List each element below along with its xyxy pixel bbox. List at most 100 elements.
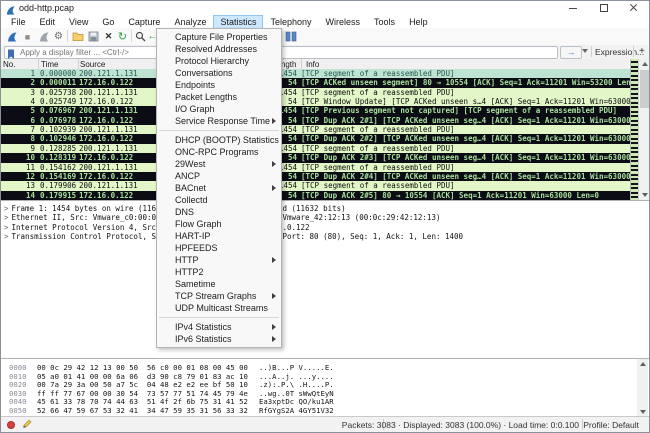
hex-pane-scrollbar[interactable] [637, 359, 648, 417]
menu-item-onc-rpc-programs[interactable]: ONC-RPC Programs [157, 146, 281, 158]
packet-row-4[interactable]: 4 0.025749 172.16.0.122 54 [TCP Window Updat… [1, 97, 630, 107]
detail-line[interactable]: >Transmission Control Protocol, Src Port… [4, 232, 637, 241]
menu-item-service-response-time[interactable]: Service Response Time [157, 115, 281, 127]
packet-row-8[interactable]: 8 0.102946 172.16.0.122 54 [TCP Dup ACK 2#2]… [1, 134, 630, 144]
menu-item-resolved-addresses[interactable]: Resolved Addresses [157, 43, 281, 55]
hex-bytes[interactable]: 52 66 47 59 67 53 32 41 34 47 59 35 31 5… [37, 406, 248, 416]
status-bar: Packets: 3083 · Displayed: 3083 (100.0%)… [1, 416, 649, 432]
close-file-icon[interactable]: ✕ [102, 30, 115, 43]
stop-capture-icon[interactable]: ■ [21, 30, 34, 43]
menu-item-dns[interactable]: DNS [157, 206, 281, 218]
profile-status[interactable]: Profile: Default [583, 420, 639, 430]
cell-time: 0.154162 [40, 162, 77, 172]
reload-file-icon[interactable]: ↻ [116, 30, 129, 43]
save-file-icon[interactable] [87, 30, 100, 43]
packet-row-1[interactable]: 1 0.000000 200.121.1.131 1454 [TCP segment o… [1, 69, 630, 79]
menu-view[interactable]: View [62, 15, 95, 29]
packet-row-11[interactable]: 11 0.154162 200.121.1.131 1454 [TCP segment … [1, 162, 630, 172]
menu-item-endpoints[interactable]: Endpoints [157, 79, 281, 91]
column-header-time[interactable]: Time [41, 60, 58, 69]
cell-no: 4 [30, 97, 35, 107]
packet-row-13[interactable]: 13 0.179906 200.121.1.131 1454 [TCP segment … [1, 181, 630, 191]
cell-src: 200.121.1.131 [79, 106, 138, 116]
menu-item-hart-ip[interactable]: HART-IP [157, 230, 281, 242]
menu-item-bacnet[interactable]: BACnet [157, 182, 281, 194]
packet-row-12[interactable]: 12 0.154169 172.16.0.122 54 [TCP Dup ACK 2#4… [1, 171, 630, 182]
menu-wireless[interactable]: Wireless [319, 15, 368, 29]
minimize-button[interactable] [559, 1, 589, 15]
divider [633, 46, 634, 57]
menu-item-udp-multicast-streams[interactable]: UDP Multicast Streams [157, 302, 281, 314]
expand-arrow-icon[interactable]: > [4, 232, 9, 241]
capture-comment-pencil-icon[interactable] [21, 419, 32, 432]
cell-no: 14 [25, 190, 35, 200]
menu-item-i-o-graph[interactable]: I/O Graph [157, 103, 281, 115]
detail-line[interactable]: >Ethernet II, Src: Vmware_c0:00:01 (00:5… [4, 213, 637, 222]
packet-row-3[interactable]: 3 0.025738 200.121.1.131 1454 [TCP segment o… [1, 87, 630, 98]
packet-list-scrollbar[interactable] [638, 59, 649, 200]
packet-row-2[interactable]: 2 0.000011 172.16.0.122 54 [TCP ACKed unseen… [1, 78, 630, 88]
capture-options-icon[interactable]: ⚙ [52, 30, 65, 43]
scroll-up-icon[interactable] [639, 59, 649, 69]
expression-button[interactable]: Expression... [595, 47, 644, 57]
menu-item-tcp-stream-graphs[interactable]: TCP Stream Graphs [157, 290, 281, 302]
resize-columns-icon[interactable] [284, 30, 297, 43]
menu-item-capture-file-properties[interactable]: Capture File Properties [157, 31, 281, 43]
restart-capture-icon[interactable] [37, 30, 50, 43]
menu-item-ipv6-statistics[interactable]: IPv6 Statistics [157, 333, 281, 345]
packet-row-10[interactable]: 10 0.128319 172.16.0.122 54 [TCP Dup ACK 2#3… [1, 153, 630, 163]
apply-filter-button[interactable]: → [560, 46, 582, 59]
menu-item-protocol-hierarchy[interactable]: Protocol Hierarchy [157, 55, 281, 67]
scrollbar-thumb[interactable] [640, 70, 649, 108]
packet-row-6[interactable]: 6 0.076978 172.16.0.122 54 [TCP Dup ACK 2#1]… [1, 115, 630, 126]
menu-item-ancp[interactable]: ANCP [157, 170, 281, 182]
packet-row-9[interactable]: 9 0.128285 200.121.1.131 1454 [TCP segment o… [1, 143, 630, 154]
menu-analyze[interactable]: Analyze [167, 15, 213, 29]
menu-item-packet-lengths[interactable]: Packet Lengths [157, 91, 281, 103]
cell-info: [TCP ACKed unseen segment] 80 → 10554 [A… [301, 78, 630, 88]
menu-item-http[interactable]: HTTP [157, 254, 281, 266]
menu-telephony[interactable]: Telephony [263, 15, 318, 29]
detail-line[interactable]: >Internet Protocol Version 4, Src: 200.1… [4, 223, 637, 232]
toolbar-divider [131, 30, 132, 42]
menu-tools[interactable]: Tools [367, 15, 402, 29]
scroll-up-icon[interactable] [637, 359, 648, 369]
expand-arrow-icon[interactable]: > [4, 204, 9, 213]
column-header-source[interactable]: Source [80, 60, 105, 69]
menu-capture[interactable]: Capture [121, 15, 167, 29]
detail-line[interactable]: >Frame 1: 1454 bytes on wire (11632 bits… [4, 204, 637, 213]
menu-edit[interactable]: Edit [33, 15, 63, 29]
menu-item-flow-graph[interactable]: Flow Graph [157, 218, 281, 230]
start-capture-icon[interactable] [5, 30, 18, 43]
menu-statistics[interactable]: Statistics [213, 14, 264, 29]
column-header-no[interactable]: No. [3, 60, 15, 69]
menu-help[interactable]: Help [402, 15, 435, 29]
close-button[interactable] [619, 1, 649, 15]
cell-time: 0.076978 [40, 115, 77, 125]
menu-item-hpfeeds[interactable]: HPFEEDS [157, 242, 281, 254]
packet-row-7[interactable]: 7 0.102939 200.121.1.131 1454 [TCP segment o… [1, 125, 630, 135]
expand-arrow-icon[interactable]: > [4, 223, 9, 232]
menu-file[interactable]: File [4, 15, 33, 29]
menu-item-ipv4-statistics[interactable]: IPv4 Statistics [157, 321, 281, 333]
menu-item-http2[interactable]: HTTP2 [157, 266, 281, 278]
packet-row-14[interactable]: 14 0.179915 172.16.0.122 54 [TCP Dup ACK 2#5… [1, 190, 630, 200]
menu-item-29west[interactable]: 29West [157, 158, 281, 170]
add-filter-button[interactable]: + [639, 46, 645, 57]
maximize-button[interactable] [589, 1, 619, 15]
expand-arrow-icon[interactable]: > [4, 213, 9, 222]
column-header-info[interactable]: Info [306, 60, 319, 69]
menu-item-sametime[interactable]: Sametime [157, 278, 281, 290]
scroll-down-icon[interactable] [639, 190, 649, 200]
hex-row[interactable]: 0050 52 66 47 59 67 53 32 41 34 47 59 35 … [1, 406, 637, 416]
menu-item-conversations[interactable]: Conversations [157, 67, 281, 79]
menu-item-collectd[interactable]: Collectd [157, 194, 281, 206]
menu-item-dhcp-bootp-statistics[interactable]: DHCP (BOOTP) Statistics [157, 134, 281, 146]
menu-go[interactable]: Go [95, 15, 121, 29]
window-controls [559, 1, 649, 15]
expert-info-icon[interactable] [7, 421, 15, 429]
hex-ascii[interactable]: RfGYgS2A 4GY51V32 [259, 406, 334, 416]
filter-dropdown-caret-icon[interactable] [582, 49, 588, 53]
open-file-icon[interactable] [71, 30, 84, 43]
packet-row-5[interactable]: 5 0.076967 200.121.1.131 1454 [TCP Previous … [1, 106, 630, 116]
